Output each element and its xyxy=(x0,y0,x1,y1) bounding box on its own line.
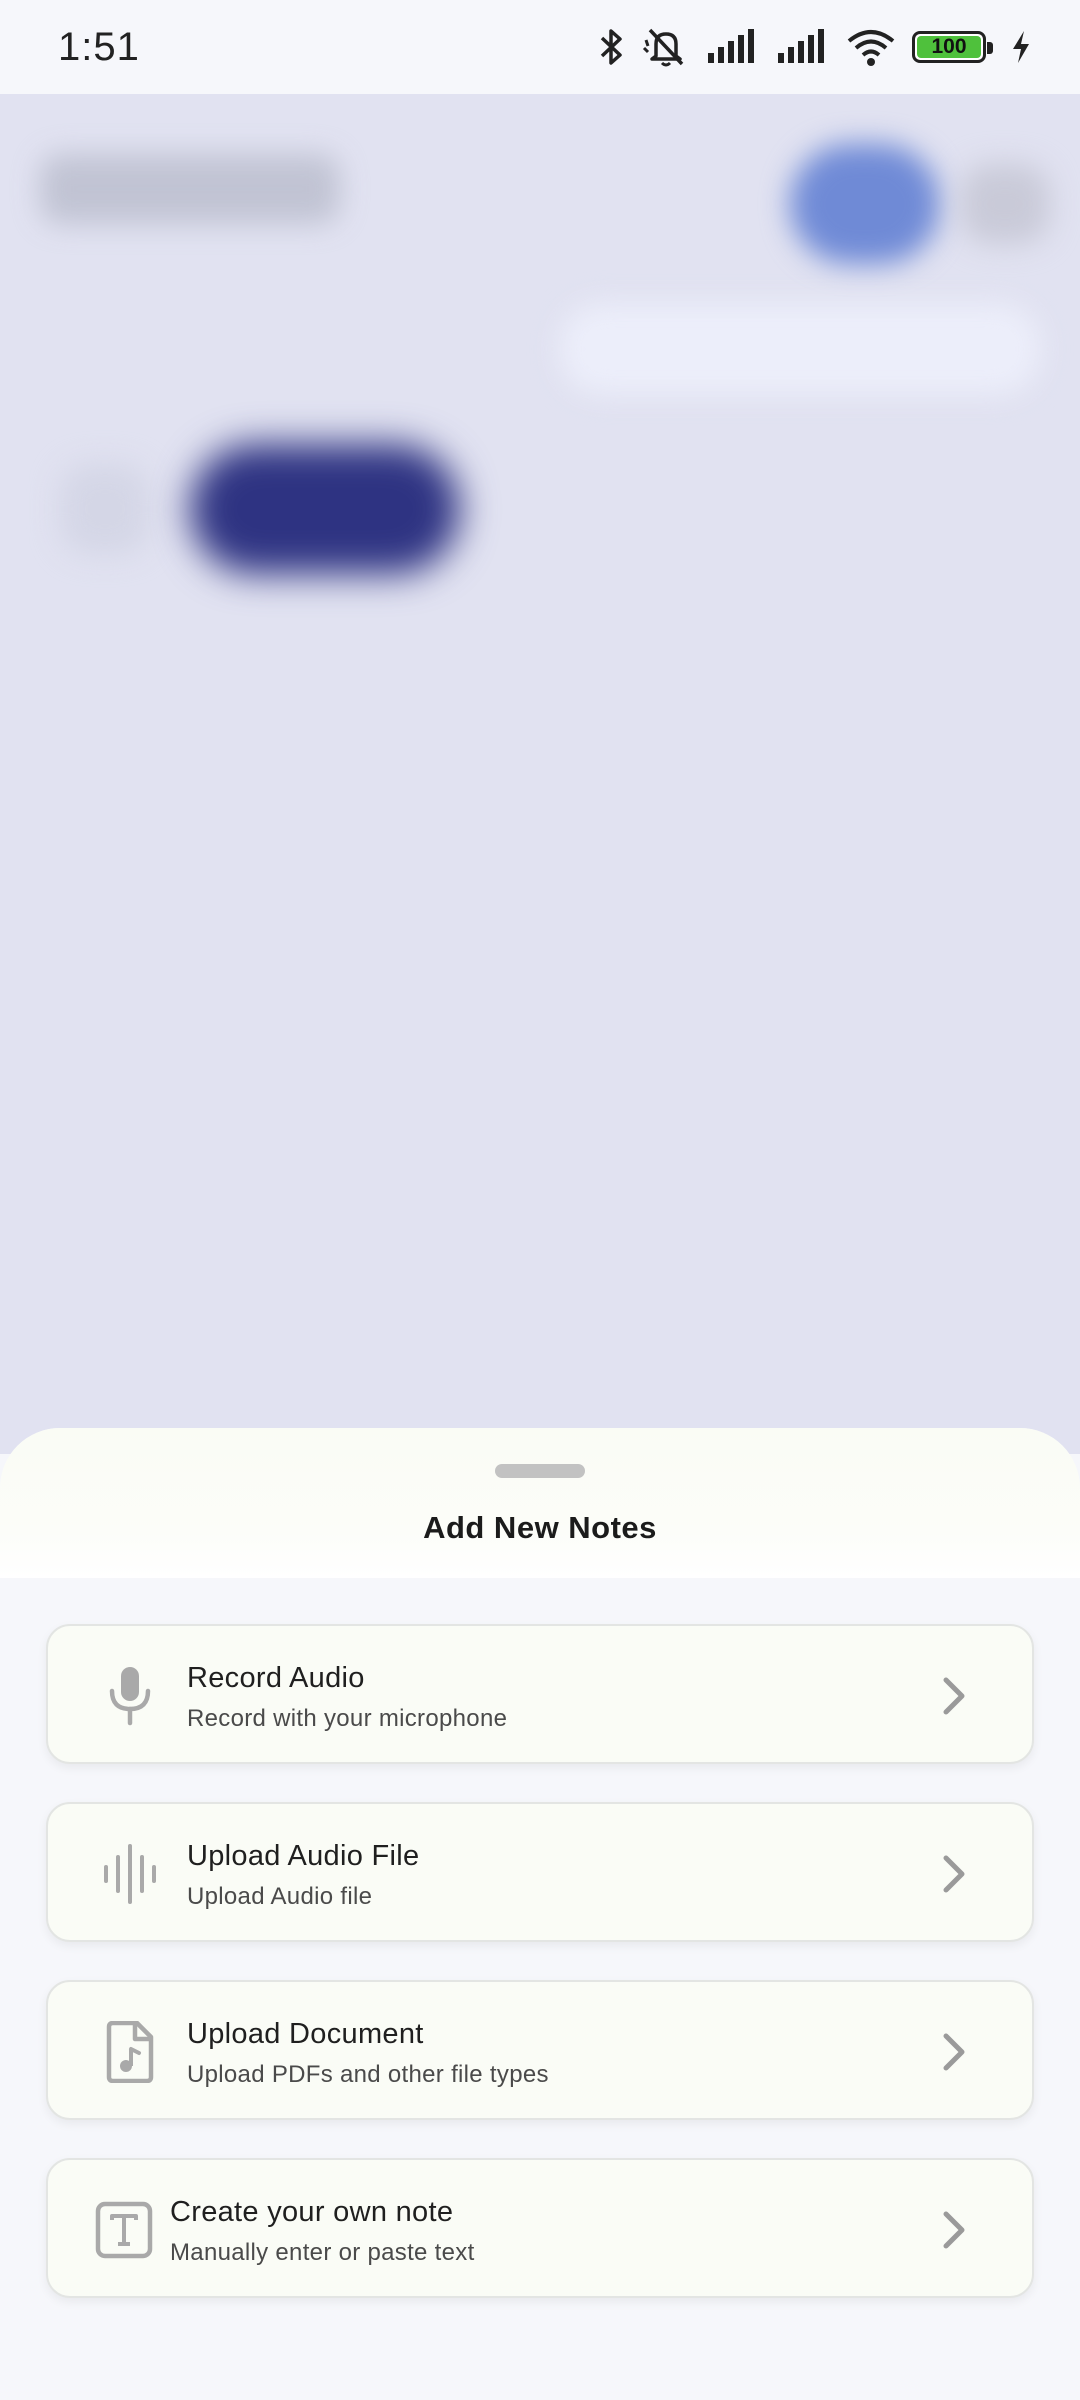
drag-handle[interactable] xyxy=(495,1464,585,1478)
battery-cap xyxy=(987,42,993,54)
option-text: Create your own note Manually enter or p… xyxy=(170,2196,475,2267)
status-icons: 100 xyxy=(598,26,1032,68)
audio-waveform-icon xyxy=(98,1840,162,1908)
create-own-note-option[interactable]: Create your own note Manually enter or p… xyxy=(46,2158,1034,2298)
option-title: Upload Audio File xyxy=(187,1840,420,1872)
sheet-header: Add New Notes xyxy=(0,1428,1080,1578)
blurred-background xyxy=(0,94,1080,1454)
option-subtitle: Manually enter or paste text xyxy=(170,2239,475,2266)
option-text: Upload Document Upload PDFs and other fi… xyxy=(187,2018,549,2089)
blurred-button xyxy=(190,444,460,574)
option-text: Record Audio Record with your microphone xyxy=(187,1662,507,1733)
blurred-title xyxy=(40,154,340,224)
screen: 1:51 100 Add New Notes Record Audio Reco… xyxy=(0,0,1080,2400)
record-audio-option[interactable]: Record Audio Record with your microphone xyxy=(46,1624,1034,1764)
wifi-icon xyxy=(846,27,896,67)
option-subtitle: Upload PDFs and other file types xyxy=(187,2061,549,2088)
option-title: Upload Document xyxy=(187,2018,424,2050)
option-subtitle: Record with your microphone xyxy=(187,1705,508,1732)
chevron-right-icon xyxy=(940,2210,968,2250)
signal-icon xyxy=(706,29,760,65)
upload-document-option[interactable]: Upload Document Upload PDFs and other fi… xyxy=(46,1980,1034,2120)
option-title: Record Audio xyxy=(187,1662,365,1694)
sheet-title: Add New Notes xyxy=(423,1510,657,1545)
option-subtitle: Upload Audio file xyxy=(187,1883,373,1910)
charging-icon xyxy=(1010,29,1032,65)
microphone-icon xyxy=(98,1662,162,1730)
status-bar: 1:51 100 xyxy=(0,0,1080,94)
upload-audio-file-option[interactable]: Upload Audio File Upload Audio file xyxy=(46,1802,1034,1942)
add-notes-sheet: Add New Notes Record Audio Record with y… xyxy=(0,1428,1080,2400)
blurred-avatar xyxy=(790,144,940,264)
chevron-right-icon xyxy=(940,2032,968,2072)
blurred-item xyxy=(60,464,150,554)
option-text: Upload Audio File Upload Audio file xyxy=(187,1840,419,1911)
blurred-icon xyxy=(960,164,1050,244)
blurred-search xyxy=(560,304,1040,394)
document-icon xyxy=(98,2018,162,2086)
options-list: Record Audio Record with your microphone xyxy=(46,1624,1034,2336)
status-time: 1:51 xyxy=(58,24,140,69)
battery-icon: 100 xyxy=(912,31,993,63)
text-icon xyxy=(92,2196,156,2264)
signal-icon xyxy=(776,29,830,65)
battery-level-text: 100 xyxy=(931,35,967,58)
option-title: Create your own note xyxy=(170,2196,454,2228)
bluetooth-icon xyxy=(598,27,626,67)
silent-icon xyxy=(642,26,690,68)
chevron-right-icon xyxy=(940,1854,968,1894)
chevron-right-icon xyxy=(940,1676,968,1716)
